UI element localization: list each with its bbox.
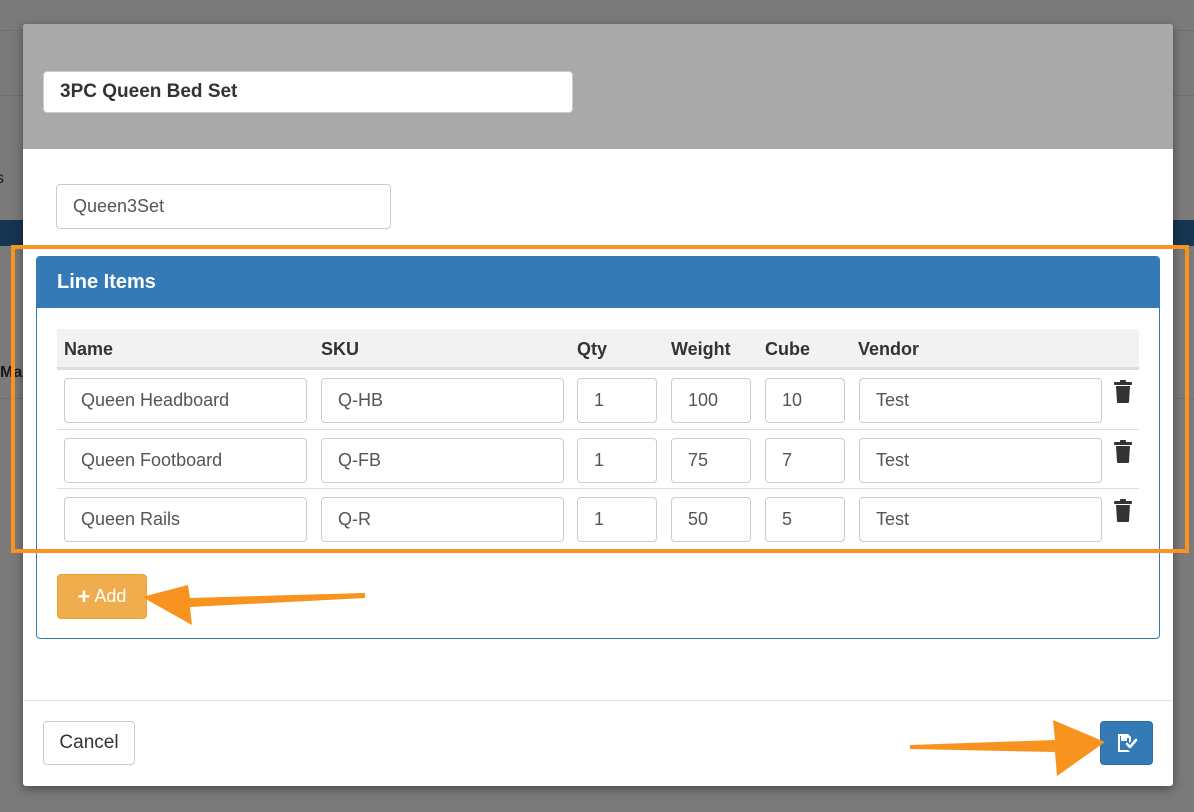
line-item-qty-input[interactable] [577,497,657,542]
column-header-vendor: Vendor [858,339,920,359]
trash-icon[interactable] [1113,380,1133,404]
line-item-weight-input[interactable] [671,438,751,483]
line-item-qty-input[interactable] [577,438,657,483]
line-item-row [57,429,1139,488]
line-item-vendor-input[interactable] [859,438,1102,483]
line-item-sku-input[interactable] [321,438,564,483]
column-header-qty: Qty [577,339,608,359]
cancel-button-label: Cancel [59,732,119,753]
line-item-qty-input[interactable] [577,378,657,423]
kit-code-input[interactable] [56,184,391,229]
line-item-cube-input[interactable] [765,497,845,542]
line-item-cube-input[interactable] [765,438,845,483]
line-items-heading: Line Items [37,257,1159,308]
column-header-cube: Cube [765,339,810,359]
line-items-table-header: Name SKU Qty Weight Cube Vendor [57,329,1139,369]
line-item-sku-input[interactable] [321,378,564,423]
line-item-sku-input[interactable] [321,497,564,542]
column-header-sku: SKU [321,339,360,359]
line-item-cube-input[interactable] [765,378,845,423]
line-item-name-input[interactable] [64,497,307,542]
column-header-weight: Weight [671,339,731,359]
line-item-vendor-input[interactable] [859,378,1102,423]
line-item-weight-input[interactable] [671,497,751,542]
save-button[interactable] [1100,721,1153,765]
kit-name-input[interactable] [43,71,573,113]
add-button-label: Add [94,586,127,606]
line-item-name-input[interactable] [64,438,307,483]
line-item-weight-input[interactable] [671,378,751,423]
modal-footer-divider [23,700,1173,701]
line-item-row [57,488,1139,547]
trash-icon[interactable] [1113,499,1133,523]
column-header-name: Name [64,339,114,359]
modal-header [23,24,1173,149]
line-item-vendor-input[interactable] [859,497,1102,542]
add-line-item-button[interactable]: + Add [57,574,147,619]
cancel-button[interactable]: Cancel [43,721,135,765]
line-item-name-input[interactable] [64,378,307,423]
save-icon [1117,734,1137,752]
trash-icon[interactable] [1113,440,1133,464]
plus-icon: + [77,583,91,609]
line-items-panel: Line Items Name SKU Qty Weight Cube Vend… [36,256,1160,639]
line-item-row [57,369,1139,428]
edit-kit-modal: Line Items Name SKU Qty Weight Cube Vend… [23,24,1173,786]
